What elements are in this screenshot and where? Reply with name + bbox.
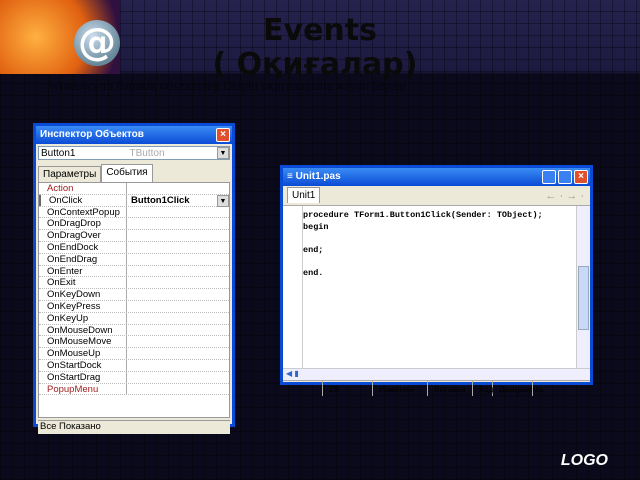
event-handler[interactable]	[127, 254, 229, 265]
editor-status-bar: 28: Изменен Вставка Код Диаграмма	[283, 380, 590, 396]
event-name: OnMouseDown	[39, 324, 127, 336]
code-line: procedure TForm1.Button1Click(Sender: TO…	[303, 210, 543, 220]
event-row[interactable]: OnEndDrag	[39, 253, 229, 266]
event-row[interactable]: OnKeyDown	[39, 289, 229, 301]
event-name: OnEndDock	[39, 241, 127, 253]
event-handler[interactable]	[127, 313, 229, 324]
event-row[interactable]: OnDragOver	[39, 230, 229, 242]
window-title: Unit1.pas	[295, 171, 341, 182]
event-row[interactable]: OnMouseDown	[39, 324, 229, 337]
event-name: OnKeyPress	[39, 300, 127, 312]
tab-events[interactable]: События	[101, 164, 153, 182]
event-handler[interactable]: Button1Click ▼	[127, 194, 229, 207]
event-handler[interactable]	[127, 230, 229, 241]
status-field: Вставка	[428, 381, 473, 396]
slide-subtitle: Windows-та барлық объектілер Delphi оқиғ…	[48, 78, 407, 93]
event-name: OnKeyDown	[39, 289, 127, 300]
event-handler[interactable]	[127, 384, 229, 395]
event-row[interactable]: OnDragDrop	[39, 218, 229, 231]
slide-title: Events( Оқиғалар)	[0, 14, 640, 82]
nav-arrows-icon[interactable]: ← · → ·	[546, 190, 585, 202]
event-row[interactable]: OnStartDock	[39, 359, 229, 372]
event-name: OnClick	[39, 194, 127, 206]
object-name: Button1	[41, 147, 76, 159]
event-name: OnStartDrag	[39, 371, 127, 383]
event-handler[interactable]	[127, 360, 229, 371]
event-name: PopupMenu	[39, 383, 127, 395]
event-row[interactable]: OnEnter	[39, 265, 229, 278]
view-tab[interactable]: Код	[473, 381, 493, 396]
chevron-down-icon[interactable]: ▼	[217, 147, 229, 159]
event-row[interactable]: OnKeyPress	[39, 300, 229, 313]
event-handler[interactable]	[127, 266, 229, 277]
logo: LOGO	[560, 452, 608, 469]
event-name: OnEndDrag	[39, 253, 127, 265]
maximize-button[interactable]	[558, 170, 572, 184]
event-name: OnStartDock	[39, 359, 127, 371]
code-editor-window: ≡ Unit1.pas × Unit1 ← · → · procedure TFo…	[280, 165, 593, 396]
event-handler[interactable]	[127, 207, 229, 218]
event-row[interactable]: OnStartDrag	[39, 371, 229, 384]
status-field	[283, 381, 323, 396]
code-line: end;	[303, 244, 324, 255]
event-name: OnMouseMove	[39, 336, 127, 348]
event-row[interactable]: OnKeyUp	[39, 312, 229, 325]
minimize-button[interactable]	[542, 170, 556, 184]
event-row[interactable]: OnClick Button1Click ▼	[39, 194, 229, 207]
event-name: OnEnter	[39, 265, 127, 277]
tab-properties[interactable]: Параметры	[38, 166, 102, 182]
code-line: begin	[303, 221, 329, 232]
window-title: Инспектор Объектов	[40, 129, 144, 140]
chevron-down-icon[interactable]: ▼	[217, 194, 229, 207]
event-name: OnKeyUp	[39, 312, 127, 324]
event-name: OnDragOver	[39, 230, 127, 241]
close-button[interactable]: ×	[574, 170, 588, 184]
event-handler[interactable]	[127, 183, 229, 194]
horizontal-scrollbar[interactable]: ◀ ▮	[283, 368, 590, 380]
object-selector[interactable]: Button1 TButton ▼	[38, 146, 230, 160]
close-button[interactable]: ×	[216, 128, 230, 142]
code-area[interactable]: procedure TForm1.Button1Click(Sender: TO…	[303, 206, 576, 368]
event-row[interactable]: OnContextPopup	[39, 206, 229, 219]
event-handler[interactable]	[127, 218, 229, 229]
event-name: OnContextPopup	[39, 206, 127, 218]
object-type: TButton	[129, 147, 165, 159]
event-row[interactable]: OnEndDock	[39, 241, 229, 254]
event-handler[interactable]	[127, 372, 229, 383]
event-row[interactable]: OnMouseUp	[39, 348, 229, 360]
event-handler[interactable]	[127, 336, 229, 347]
event-name: OnExit	[39, 277, 127, 289]
event-handler[interactable]	[127, 242, 229, 253]
event-row[interactable]: OnMouseMove	[39, 336, 229, 349]
event-handler[interactable]	[127, 277, 229, 288]
status-field: 28:	[323, 381, 373, 396]
status-bar: Все Показано	[38, 420, 230, 434]
event-grid: Action OnClick Button1Click ▼ OnContextPopup…	[38, 182, 230, 418]
event-handler[interactable]	[127, 325, 229, 336]
event-row[interactable]: OnExit	[39, 277, 229, 290]
event-row[interactable]: PopupMenu	[39, 383, 229, 396]
event-row[interactable]: Action	[39, 183, 229, 195]
object-inspector-window: Инспектор Объектов × Button1 TButton ▼ Пара…	[33, 123, 235, 434]
title-line2: ( Оқиғалар)	[212, 47, 418, 82]
status-field: Изменен	[373, 381, 428, 396]
title-line1: Events	[263, 13, 377, 48]
event-handler[interactable]	[127, 301, 229, 312]
event-handler[interactable]	[127, 348, 229, 359]
code-line: end.	[303, 267, 324, 278]
tab-unit1[interactable]: Unit1	[287, 186, 321, 203]
title-bar: ≡ Unit1.pas ×	[283, 168, 590, 186]
event-handler[interactable]	[127, 289, 229, 300]
event-name: OnMouseUp	[39, 348, 127, 359]
title-bar: Инспектор Объектов ×	[36, 126, 232, 144]
vertical-scrollbar[interactable]	[576, 206, 590, 368]
event-name: Action	[39, 183, 127, 194]
event-name: OnDragDrop	[39, 218, 127, 230]
view-tab[interactable]: Диаграмма	[493, 381, 543, 396]
gutter	[283, 206, 303, 368]
